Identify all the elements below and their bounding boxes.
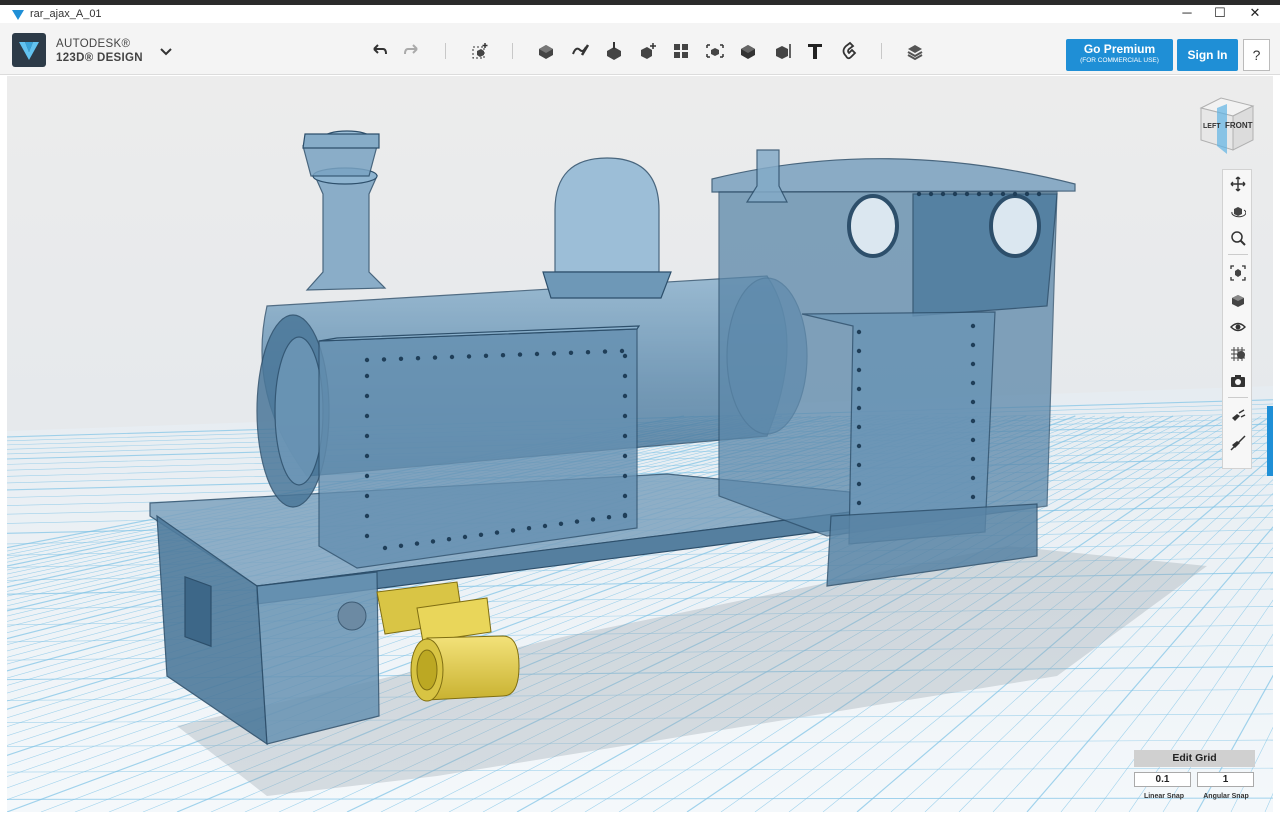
- toolbar-separator: [512, 43, 513, 59]
- angular-snap-input[interactable]: 1: [1197, 772, 1254, 787]
- app-header: AUTODESK® 123D® DESIGN Go Premium (FOR C…: [0, 23, 1280, 75]
- autodesk-123d-logo-icon[interactable]: [12, 33, 46, 67]
- toolbar-separator: [881, 43, 882, 59]
- transform-icon[interactable]: [468, 39, 492, 63]
- angular-snap-label: Angular Snap: [1203, 793, 1249, 800]
- text-icon[interactable]: [803, 39, 827, 63]
- toolbar-separator: [1228, 397, 1248, 398]
- chevron-down-icon[interactable]: [158, 43, 174, 59]
- grid-snap-panel: Edit Grid 0.1 1 Linear Snap Angular Snap: [1134, 750, 1256, 808]
- redo-icon[interactable]: [400, 39, 424, 63]
- close-button[interactable]: ✕: [1238, 5, 1272, 23]
- maximize-button[interactable]: ☐: [1203, 5, 1237, 23]
- construct-icon[interactable]: [602, 39, 626, 63]
- primitives-icon[interactable]: [534, 39, 558, 63]
- app-window: rar_ajax_A_01 ─ ☐ ✕ AUTODESK® 123D® DESI…: [0, 0, 1280, 814]
- toolbar-separator: [445, 43, 446, 59]
- camera-icon[interactable]: [1228, 371, 1248, 391]
- sign-in-button[interactable]: Sign In: [1177, 39, 1238, 71]
- zoom-icon[interactable]: [1228, 228, 1248, 248]
- pattern-icon[interactable]: [669, 39, 693, 63]
- help-button[interactable]: ?: [1243, 39, 1270, 71]
- view-mode-icon[interactable]: [1228, 290, 1248, 310]
- brand-line2: 123D® DESIGN: [56, 52, 143, 64]
- 3d-viewport[interactable]: LEFT FRONT Edit Grid 0.1 1 Linear Snap A…: [7, 76, 1273, 812]
- toolbar-separator: [1228, 254, 1248, 255]
- visibility-eye-icon[interactable]: [1228, 317, 1248, 337]
- snap-icon[interactable]: [836, 39, 860, 63]
- fit-icon[interactable]: [1228, 263, 1248, 283]
- modify-icon[interactable]: [636, 39, 660, 63]
- material-icon[interactable]: [903, 39, 927, 63]
- window-titlebar: rar_ajax_A_01 ─ ☐ ✕: [0, 5, 1280, 23]
- viewcube-left-label[interactable]: LEFT: [1203, 123, 1221, 130]
- hide-snap-icon[interactable]: [1228, 433, 1248, 453]
- undo-icon[interactable]: [367, 39, 391, 63]
- linear-snap-label: Linear Snap: [1143, 793, 1185, 800]
- go-premium-sublabel: (FOR COMMERCIAL USE): [1080, 57, 1159, 64]
- go-premium-button[interactable]: Go Premium (FOR COMMERCIAL USE): [1066, 39, 1173, 71]
- window-title: rar_ajax_A_01: [30, 8, 102, 20]
- linear-snap-input[interactable]: 0.1: [1134, 772, 1191, 787]
- orbit-icon[interactable]: [1228, 201, 1248, 221]
- navigation-toolbar: [1222, 169, 1252, 469]
- edit-grid-button[interactable]: Edit Grid: [1134, 750, 1255, 767]
- pan-icon[interactable]: [1228, 174, 1248, 194]
- sketch-icon[interactable]: [568, 39, 592, 63]
- grid-material-icon[interactable]: [1228, 344, 1248, 364]
- minimize-button[interactable]: ─: [1170, 5, 1204, 23]
- snap-tool-icon[interactable]: [1228, 406, 1248, 426]
- group-icon[interactable]: [703, 39, 727, 63]
- view-cube[interactable]: LEFT FRONT: [1199, 94, 1255, 154]
- go-premium-label: Go Premium: [1083, 42, 1156, 56]
- scene-canvas[interactable]: [7, 76, 1273, 812]
- panel-edge-handle[interactable]: [1267, 406, 1273, 476]
- viewcube-front-label[interactable]: FRONT: [1225, 121, 1253, 130]
- combine-icon[interactable]: [736, 39, 760, 63]
- brand-line1: AUTODESK®: [56, 38, 131, 50]
- measure-icon[interactable]: [770, 39, 794, 63]
